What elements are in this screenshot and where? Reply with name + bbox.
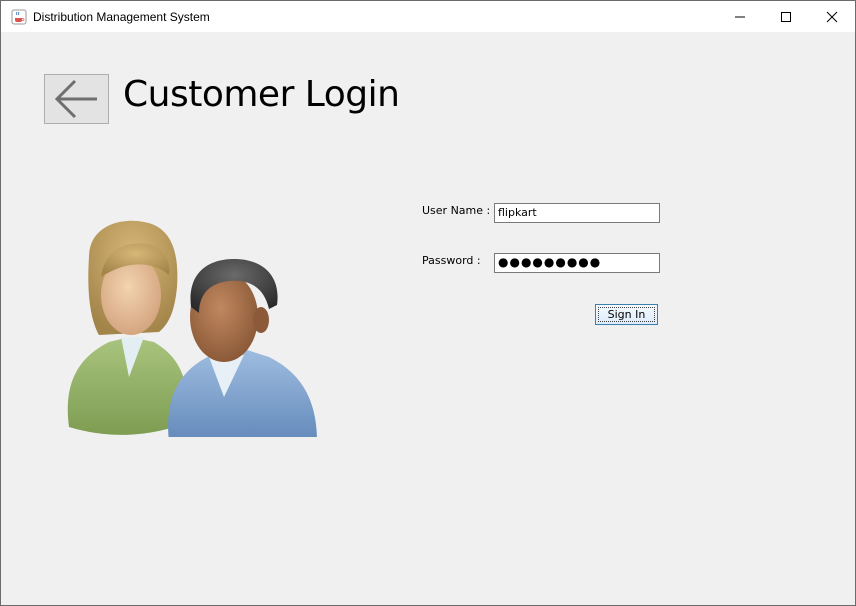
- app-window: Distribution Management System Customer …: [0, 0, 856, 606]
- window-title: Distribution Management System: [33, 10, 210, 24]
- sign-in-label: Sign In: [607, 308, 646, 321]
- maximize-icon: [781, 11, 791, 22]
- username-input[interactable]: flipkart: [494, 203, 660, 223]
- back-arrow-icon: [54, 79, 97, 119]
- maximize-button[interactable]: [763, 1, 809, 32]
- java-cup-icon: [11, 9, 27, 25]
- login-panel: Customer Login User Name: flipkart Pass…: [1, 32, 855, 605]
- users-icon: [67, 220, 317, 437]
- sign-in-button[interactable]: Sign In: [595, 304, 658, 325]
- close-icon: [826, 11, 838, 22]
- minimize-icon: [735, 16, 745, 17]
- minimize-button[interactable]: [717, 1, 763, 32]
- username-label: User Name :: [422, 204, 491, 217]
- password-label: Password :: [422, 254, 481, 267]
- page-title: Customer Login: [123, 74, 400, 115]
- close-button[interactable]: [809, 1, 855, 32]
- back-button[interactable]: [44, 74, 109, 124]
- title-bar[interactable]: Distribution Management System: [1, 1, 855, 32]
- password-input[interactable]: ●●●●●●●●●: [494, 253, 660, 273]
